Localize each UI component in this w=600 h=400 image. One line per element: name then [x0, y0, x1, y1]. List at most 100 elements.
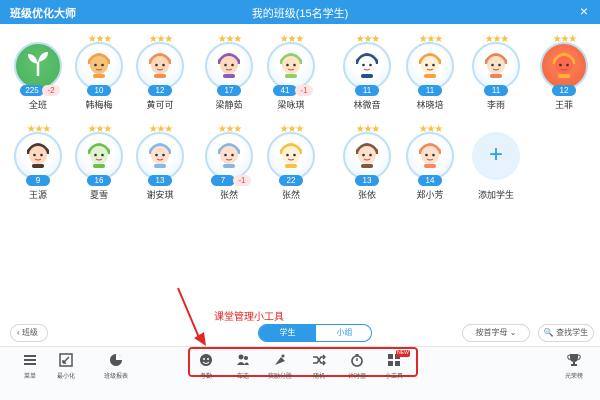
reward-icon — [275, 354, 285, 365]
student-name: 韩梅梅 — [85, 100, 113, 110]
positive-score: 11 — [418, 85, 442, 96]
close-icon[interactable]: × — [576, 2, 592, 20]
avatar-frog — [88, 143, 110, 168]
reward-label: 奖励分胜 — [267, 374, 292, 380]
stars-decoration: ★ ★ ★ — [217, 34, 242, 45]
score-bar: 11 — [474, 85, 518, 96]
student-card[interactable]: ★ ★ ★ 11 林晓培 — [400, 30, 460, 116]
random-icon — [313, 354, 326, 366]
positive-score: 11 — [355, 85, 379, 96]
stars-decoration: ★ ★ ★ — [418, 34, 443, 45]
avatar-girl-orange — [149, 53, 171, 78]
positive-score: 13 — [148, 175, 172, 186]
student-card[interactable]: ★ ★ ★ 12 王菲 — [534, 30, 594, 116]
student-card[interactable]: ★ ★ ★ 16 夏雪 — [69, 120, 129, 206]
student-card[interactable]: ★ ★ ★ 22 张然 — [261, 120, 321, 206]
student-card[interactable]: ★ ★ ★ 12 黄可可 — [130, 30, 190, 116]
avatar-fox — [88, 53, 110, 78]
bottom-controls: ‹ 班级 学生 小组 按首字母 ⌄ 🔍 查找学生 — [0, 322, 600, 344]
negative-score: -2 — [42, 85, 60, 96]
score-bar: 17 — [207, 85, 251, 96]
score-bar: 11 — [345, 85, 389, 96]
avatar-boy-blue — [218, 143, 240, 168]
positive-score: 16 — [87, 175, 111, 186]
stars-decoration: ★ ★ ★ — [217, 124, 242, 135]
positive-score: 14 — [418, 175, 442, 186]
stars-decoration: ★ ★ ★ — [26, 124, 51, 135]
annotation-label: 课堂管理小工具 — [214, 312, 284, 323]
minimize-icon — [59, 353, 73, 367]
student-name: 全班 — [28, 100, 47, 110]
tools-button[interactable]: 小工具 — [372, 351, 416, 391]
honor-roll-button[interactable]: 光荣榜 — [552, 351, 596, 391]
student-name: 郑小芳 — [416, 190, 444, 200]
title-bar: 班级优化大师 我的班级(15名学生) × — [0, 0, 600, 24]
score-bar: 7 -1 — [207, 175, 251, 186]
back-to-class-button[interactable]: ‹ 班级 — [10, 324, 48, 342]
negative-score: -1 — [295, 85, 313, 96]
score-bar: 10 — [77, 85, 121, 96]
pick-icon — [237, 354, 249, 365]
report-icon — [110, 354, 122, 366]
tab-groups[interactable]: 小组 — [316, 325, 371, 341]
attendance-icon — [200, 354, 212, 366]
student-card[interactable]: ★ ★ ★ 13 谢安琪 — [130, 120, 190, 206]
timer-icon — [351, 354, 363, 367]
student-card[interactable]: ★ ★ ★ 7 -1 张然 — [199, 120, 259, 206]
positive-score: 10 — [87, 85, 111, 96]
positive-score: 12 — [148, 85, 172, 96]
negative-score: -1 — [233, 175, 251, 186]
stars-decoration: ★ ★ ★ — [279, 34, 304, 45]
stars-decoration: ★ ★ ★ — [87, 34, 112, 45]
class-title: 我的班级(15名学生) — [251, 8, 349, 20]
bottom-toolbar: 菜单 最小化 班级报表 考勤 车选 奖励分胜 随机 计时器 小工具 NEW 光荣… — [0, 346, 600, 400]
trophy-icon — [567, 354, 581, 366]
sort-by-initial-button[interactable]: 按首字母 ⌄ — [462, 324, 530, 342]
score-bar: 9 — [16, 175, 60, 186]
minimize-label: 最小化 — [56, 374, 75, 380]
stars-decoration: ★ ★ ★ — [148, 124, 173, 135]
tab-students[interactable]: 学生 — [259, 325, 316, 341]
avatar-girl-glasses — [218, 53, 240, 78]
avatar-penguin — [356, 53, 378, 78]
score-bar: 41 -1 — [269, 85, 313, 96]
avatar-fox-boy — [485, 53, 507, 78]
student-name: 谢安琪 — [146, 190, 174, 200]
student-card[interactable]: ★ ★ ★ 11 林微音 — [337, 30, 397, 116]
student-name: 王菲 — [554, 100, 573, 110]
sprout-icon — [28, 52, 48, 76]
positive-score: 17 — [217, 85, 241, 96]
student-card[interactable]: ★ ★ ★ 10 韩梅梅 — [69, 30, 129, 116]
positive-score: 12 — [552, 85, 576, 96]
student-card[interactable]: 225 -2 全班 — [8, 30, 68, 116]
honor-roll-label: 光荣榜 — [564, 374, 583, 380]
student-name: 张依 — [357, 190, 376, 200]
stars-decoration: ★ ★ ★ — [279, 124, 304, 135]
score-bar: 13 — [138, 175, 182, 186]
student-card[interactable]: ★ ★ ★ 11 李雨 — [466, 30, 526, 116]
class-report-button[interactable]: 班级报表 — [94, 351, 138, 391]
positive-score: 9 — [26, 175, 50, 186]
score-bar: 12 — [138, 85, 182, 96]
student-name: 林晓培 — [416, 100, 444, 110]
tools-label: 小工具 — [384, 374, 403, 380]
add-student-label: 添加学生 — [477, 190, 514, 200]
avatar-girl-pink — [419, 143, 441, 168]
stars-decoration: ★ ★ ★ — [418, 124, 443, 135]
stars-decoration: ★ ★ ★ — [87, 124, 112, 135]
student-card[interactable]: ★ ★ ★ 9 王源 — [8, 120, 68, 206]
student-card[interactable]: ★ ★ ★ 14 郑小芳 — [400, 120, 460, 206]
add-student-button[interactable]: + 添加学生 — [466, 120, 526, 206]
student-card[interactable]: ★ ★ ★ 17 梁静茹 — [199, 30, 259, 116]
score-bar: 225 -2 — [16, 85, 60, 96]
find-student-button[interactable]: 🔍 查找学生 — [538, 324, 594, 342]
class-report-label: 班级报表 — [103, 374, 128, 380]
positive-score: 225 — [20, 85, 44, 96]
minimize-button[interactable]: 最小化 — [44, 351, 88, 391]
student-card[interactable]: ★ ★ ★ 41 -1 梁咏琪 — [261, 30, 321, 116]
student-card[interactable]: ★ ★ ★ 13 张依 — [337, 120, 397, 206]
positive-score: 11 — [484, 85, 508, 96]
reward-button[interactable]: 奖励分胜 — [258, 351, 302, 391]
avatar-girl-bow — [356, 143, 378, 168]
plus-icon: + — [472, 132, 520, 180]
